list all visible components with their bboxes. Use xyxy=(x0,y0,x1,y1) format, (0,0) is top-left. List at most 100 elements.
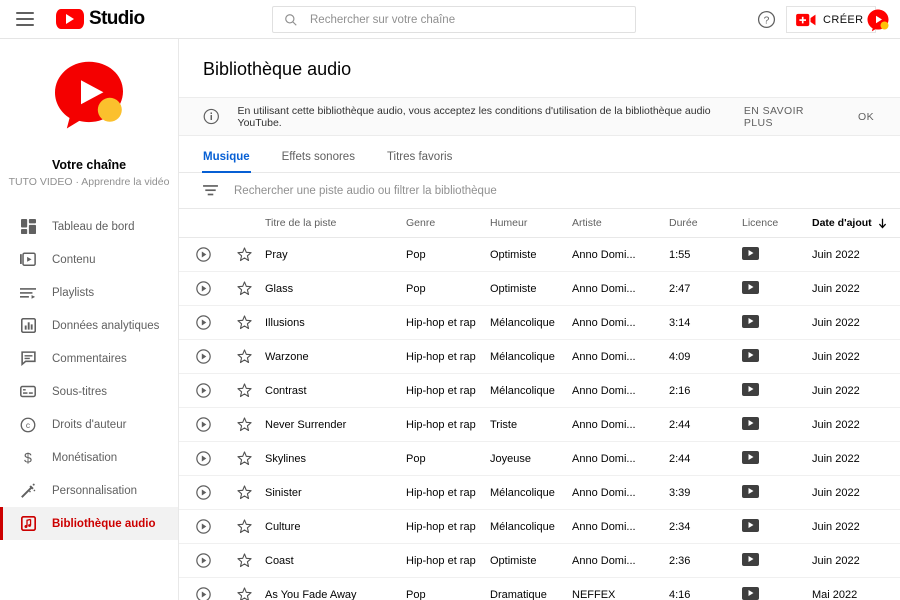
play-button[interactable] xyxy=(179,281,227,296)
track-duration: 2:36 xyxy=(669,554,691,567)
tab-titres-favoris[interactable]: Titres favoris xyxy=(387,151,452,172)
favorite-button[interactable] xyxy=(227,281,261,296)
sidebar-item-dashboard[interactable]: Tableau de bord xyxy=(0,210,178,243)
table-row[interactable]: Sinister Hip-hop et rap Mélancolique Ann… xyxy=(179,476,900,510)
track-genre: Hip-hop et rap xyxy=(406,350,476,363)
play-button[interactable] xyxy=(179,519,227,534)
track-date-added: Juin 2022 xyxy=(812,384,860,397)
track-mood: Optimiste xyxy=(490,554,537,567)
sidebar-item-content[interactable]: Contenu xyxy=(0,243,178,276)
favorite-button[interactable] xyxy=(227,383,261,398)
favorite-button[interactable] xyxy=(227,451,261,466)
track-title: Skylines xyxy=(265,452,306,465)
track-mood: Mélancolique xyxy=(490,520,555,533)
favorite-button[interactable] xyxy=(227,247,261,262)
table-row[interactable]: Glass Pop Optimiste Anno Domi... 2:47 Ju… xyxy=(179,272,900,306)
track-duration: 3:39 xyxy=(669,486,691,499)
header-artist[interactable]: Artiste xyxy=(572,217,669,229)
favorite-button[interactable] xyxy=(227,587,261,600)
star-icon xyxy=(236,587,252,600)
play-button[interactable] xyxy=(179,315,227,330)
learn-more-button[interactable]: EN SAVOIR PLUS xyxy=(744,105,832,129)
favorite-button[interactable] xyxy=(227,315,261,330)
play-circle-icon xyxy=(195,315,211,330)
ok-button[interactable]: OK xyxy=(858,111,874,123)
table-row[interactable]: Illusions Hip-hop et rap Mélancolique An… xyxy=(179,306,900,340)
star-icon xyxy=(236,315,252,330)
filter-icon[interactable] xyxy=(203,184,218,197)
header-date-added[interactable]: Date d'ajout xyxy=(812,217,900,229)
play-button[interactable] xyxy=(179,247,227,262)
sidebar-item-audio-library[interactable]: Bibliothèque audio xyxy=(0,507,178,540)
track-duration: 4:16 xyxy=(669,588,691,600)
svg-text:?: ? xyxy=(764,15,770,26)
track-table-body: Pray Pop Optimiste Anno Domi... 1:55 Jui… xyxy=(179,238,900,600)
channel-search[interactable] xyxy=(272,6,636,33)
sidebar-item-playlists[interactable]: Playlists xyxy=(0,276,178,309)
header-license[interactable]: Licence xyxy=(742,217,812,229)
play-button[interactable] xyxy=(179,383,227,398)
studio-logo[interactable]: Studio xyxy=(56,8,145,30)
star-icon xyxy=(236,383,252,398)
library-filter-input[interactable] xyxy=(234,184,654,197)
track-date-added: Juin 2022 xyxy=(812,282,860,295)
sidebar-item-monetization[interactable]: $ Monétisation xyxy=(0,441,178,474)
play-circle-icon xyxy=(195,383,211,398)
search-input[interactable] xyxy=(310,13,610,26)
header-duration[interactable]: Durée xyxy=(669,217,742,229)
sidebar-item-label: Sous-titres xyxy=(52,385,107,398)
track-date-added: Juin 2022 xyxy=(812,554,860,567)
play-button[interactable] xyxy=(179,417,227,432)
favorite-button[interactable] xyxy=(227,553,261,568)
track-date-added: Juin 2022 xyxy=(812,452,860,465)
header-genre[interactable]: Genre xyxy=(406,217,490,229)
header-mood[interactable]: Humeur xyxy=(490,217,572,229)
play-button[interactable] xyxy=(179,587,227,600)
play-button[interactable] xyxy=(179,485,227,500)
youtube-badge-icon xyxy=(742,518,759,532)
track-artist: Anno Domi... xyxy=(572,248,636,261)
favorite-button[interactable] xyxy=(227,417,261,432)
sidebar-item-copyright[interactable]: c Droits d'auteur xyxy=(0,408,178,441)
sidebar-item-customization[interactable]: Personnalisation xyxy=(0,474,178,507)
page-title: Bibliothèque audio xyxy=(203,59,352,79)
track-mood: Mélancolique xyxy=(490,486,555,499)
table-row[interactable]: Warzone Hip-hop et rap Mélancolique Anno… xyxy=(179,340,900,374)
table-row[interactable]: Contrast Hip-hop et rap Mélancolique Ann… xyxy=(179,374,900,408)
track-mood: Mélancolique xyxy=(490,384,555,397)
table-row[interactable]: Never Surrender Hip-hop et rap Triste An… xyxy=(179,408,900,442)
sidebar-item-label: Bibliothèque audio xyxy=(52,517,156,530)
hamburger-icon[interactable] xyxy=(16,12,34,26)
sidebar-item-subtitles[interactable]: Sous-titres xyxy=(0,375,178,408)
track-date-added: Juin 2022 xyxy=(812,418,860,431)
play-button[interactable] xyxy=(179,349,227,364)
sidebar-item-label: Personnalisation xyxy=(52,484,138,497)
favorite-button[interactable] xyxy=(227,519,261,534)
help-circle-icon[interactable]: ? xyxy=(757,10,776,29)
play-button[interactable] xyxy=(179,451,227,466)
track-duration: 2:47 xyxy=(669,282,691,295)
channel-avatar[interactable] xyxy=(49,57,129,137)
library-tabs: Musique Effets sonores Titres favoris xyxy=(179,136,900,173)
favorite-button[interactable] xyxy=(227,349,261,364)
sidebar-item-comments[interactable]: Commentaires xyxy=(0,342,178,375)
tab-effets-sonores[interactable]: Effets sonores xyxy=(282,151,355,172)
table-row[interactable]: Pray Pop Optimiste Anno Domi... 1:55 Jui… xyxy=(179,238,900,272)
create-button[interactable]: CRÉER xyxy=(786,6,876,33)
table-row[interactable]: Skylines Pop Joyeuse Anno Domi... 2:44 J… xyxy=(179,442,900,476)
youtube-badge-icon xyxy=(742,552,759,566)
tab-musique[interactable]: Musique xyxy=(202,151,251,173)
table-row[interactable]: Coast Hip-hop et rap Optimiste Anno Domi… xyxy=(179,544,900,578)
sidebar-item-analytics[interactable]: Données analytiques xyxy=(0,309,178,342)
track-title: Sinister xyxy=(265,486,302,499)
track-license xyxy=(742,246,812,263)
favorite-button[interactable] xyxy=(227,485,261,500)
table-row[interactable]: Culture Hip-hop et rap Mélancolique Anno… xyxy=(179,510,900,544)
play-button[interactable] xyxy=(179,553,227,568)
track-duration: 2:16 xyxy=(669,384,691,397)
avatar[interactable] xyxy=(866,8,890,32)
header-title[interactable]: Titre de la piste xyxy=(261,217,406,229)
youtube-badge-icon xyxy=(742,246,759,260)
sidebar-item-label: Commentaires xyxy=(52,352,127,365)
table-row[interactable]: As You Fade Away Pop Dramatique NEFFEX 4… xyxy=(179,578,900,600)
